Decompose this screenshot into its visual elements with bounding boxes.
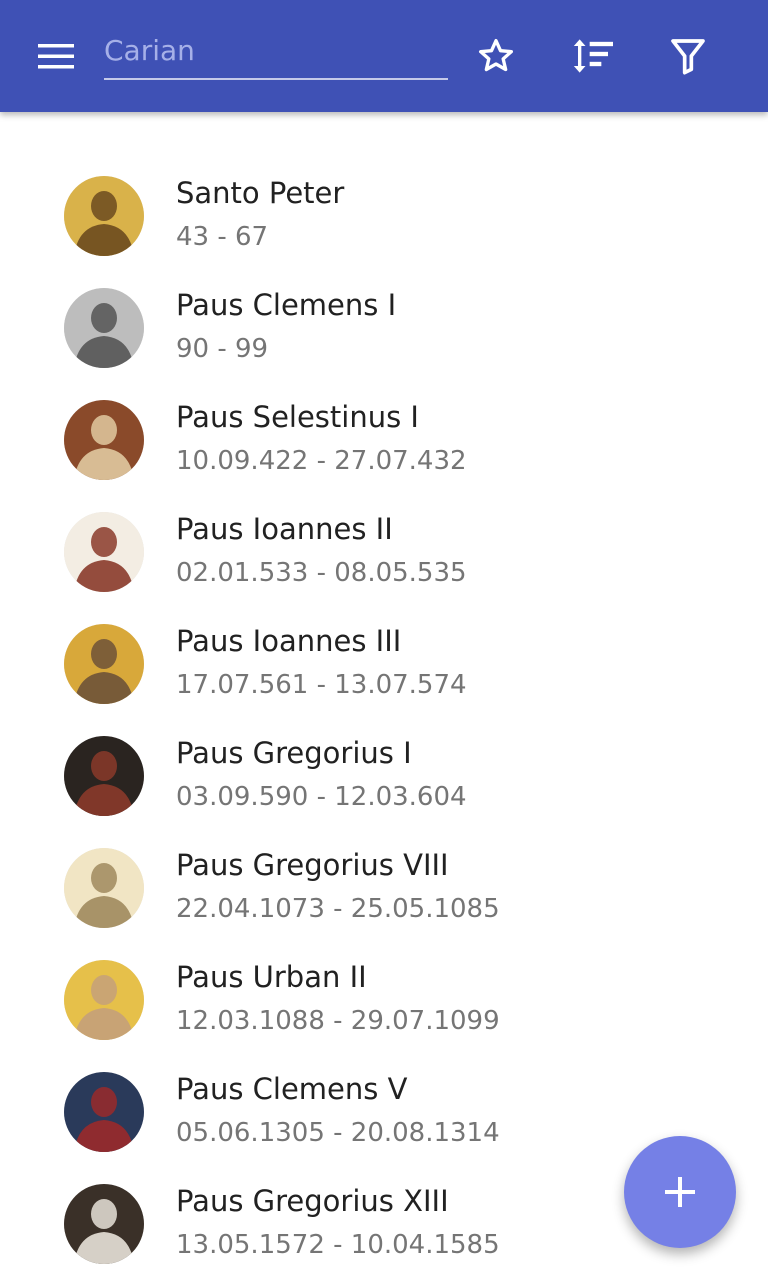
pontificate-dates: 02.01.533 - 08.05.535 <box>176 558 467 588</box>
search-underline <box>104 78 448 80</box>
portrait-avatar <box>64 960 144 1040</box>
plus-icon <box>665 1177 695 1207</box>
pope-name: Santo Peter <box>176 176 345 210</box>
portrait-avatar <box>64 848 144 928</box>
pontificate-dates: 12.03.1088 - 29.07.1099 <box>176 1006 500 1036</box>
portrait-image <box>64 960 144 1040</box>
menu-button[interactable] <box>20 32 92 80</box>
portrait-avatar <box>64 624 144 704</box>
list-item[interactable]: Paus Selestinus I 10.09.422 - 27.07.432 <box>0 384 768 496</box>
app-bar <box>0 0 768 112</box>
portrait-avatar <box>64 1184 144 1264</box>
pontificate-dates: 17.07.561 - 13.07.574 <box>176 670 467 700</box>
list-item[interactable]: Paus Gregorius VIII 22.04.1073 - 25.05.10… <box>0 832 768 944</box>
pontificate-dates: 03.09.590 - 12.03.604 <box>176 782 467 812</box>
star-outline-icon <box>479 39 513 72</box>
favorites-button[interactable] <box>468 28 524 84</box>
pontificate-dates: 43 - 67 <box>176 222 269 252</box>
pope-name: Paus Gregorius I <box>176 736 412 770</box>
search-field <box>104 22 448 82</box>
portrait-image <box>64 848 144 928</box>
portrait-image <box>64 400 144 480</box>
list-item[interactable]: Paus Ioannes III 17.07.561 - 13.07.574 <box>0 608 768 720</box>
portrait-avatar <box>64 400 144 480</box>
portrait-image <box>64 1072 144 1152</box>
pope-name: Paus Urban II <box>176 960 367 994</box>
list-item[interactable]: Paus Gregorius I 03.09.590 - 12.03.604 <box>0 720 768 832</box>
sort-icon <box>573 39 613 73</box>
filter-button[interactable] <box>660 28 716 84</box>
portrait-image <box>64 288 144 368</box>
portrait-avatar <box>64 512 144 592</box>
portrait-avatar <box>64 736 144 816</box>
pope-name: Paus Selestinus I <box>176 400 419 434</box>
portrait-image <box>64 512 144 592</box>
add-button[interactable] <box>624 1136 736 1248</box>
pope-name: Paus Clemens I <box>176 288 397 322</box>
pope-name: Paus Ioannes III <box>176 624 402 658</box>
pontificate-dates: 22.04.1073 - 25.05.1085 <box>176 894 500 924</box>
menu-icon <box>38 44 74 69</box>
pope-list: Santo Peter 43 - 67 Paus Clemens I 90 - 99 P… <box>0 160 768 1280</box>
portrait-avatar <box>64 176 144 256</box>
portrait-avatar <box>64 1072 144 1152</box>
pontificate-dates: 05.06.1305 - 20.08.1314 <box>176 1118 500 1148</box>
portrait-image <box>64 736 144 816</box>
list-item[interactable]: Paus Ioannes II 02.01.533 - 08.05.535 <box>0 496 768 608</box>
list-item[interactable]: Paus Urban II 12.03.1088 - 29.07.1099 <box>0 944 768 1056</box>
pontificate-dates: 90 - 99 <box>176 334 269 364</box>
pope-name: Paus Clemens V <box>176 1072 408 1106</box>
sort-button[interactable] <box>563 28 619 84</box>
portrait-image <box>64 176 144 256</box>
portrait-image <box>64 1184 144 1264</box>
portrait-avatar <box>64 288 144 368</box>
filter-icon <box>671 39 705 75</box>
list-item[interactable]: Santo Peter 43 - 67 <box>0 160 768 272</box>
pope-name: Paus Ioannes II <box>176 512 393 546</box>
search-input[interactable] <box>104 22 448 78</box>
pontificate-dates: 13.05.1572 - 10.04.1585 <box>176 1230 500 1260</box>
pontificate-dates: 10.09.422 - 27.07.432 <box>176 446 467 476</box>
pope-name: Paus Gregorius VIII <box>176 848 449 882</box>
list-item[interactable]: Paus Clemens I 90 - 99 <box>0 272 768 384</box>
pope-name: Paus Gregorius XIII <box>176 1184 449 1218</box>
portrait-image <box>64 624 144 704</box>
